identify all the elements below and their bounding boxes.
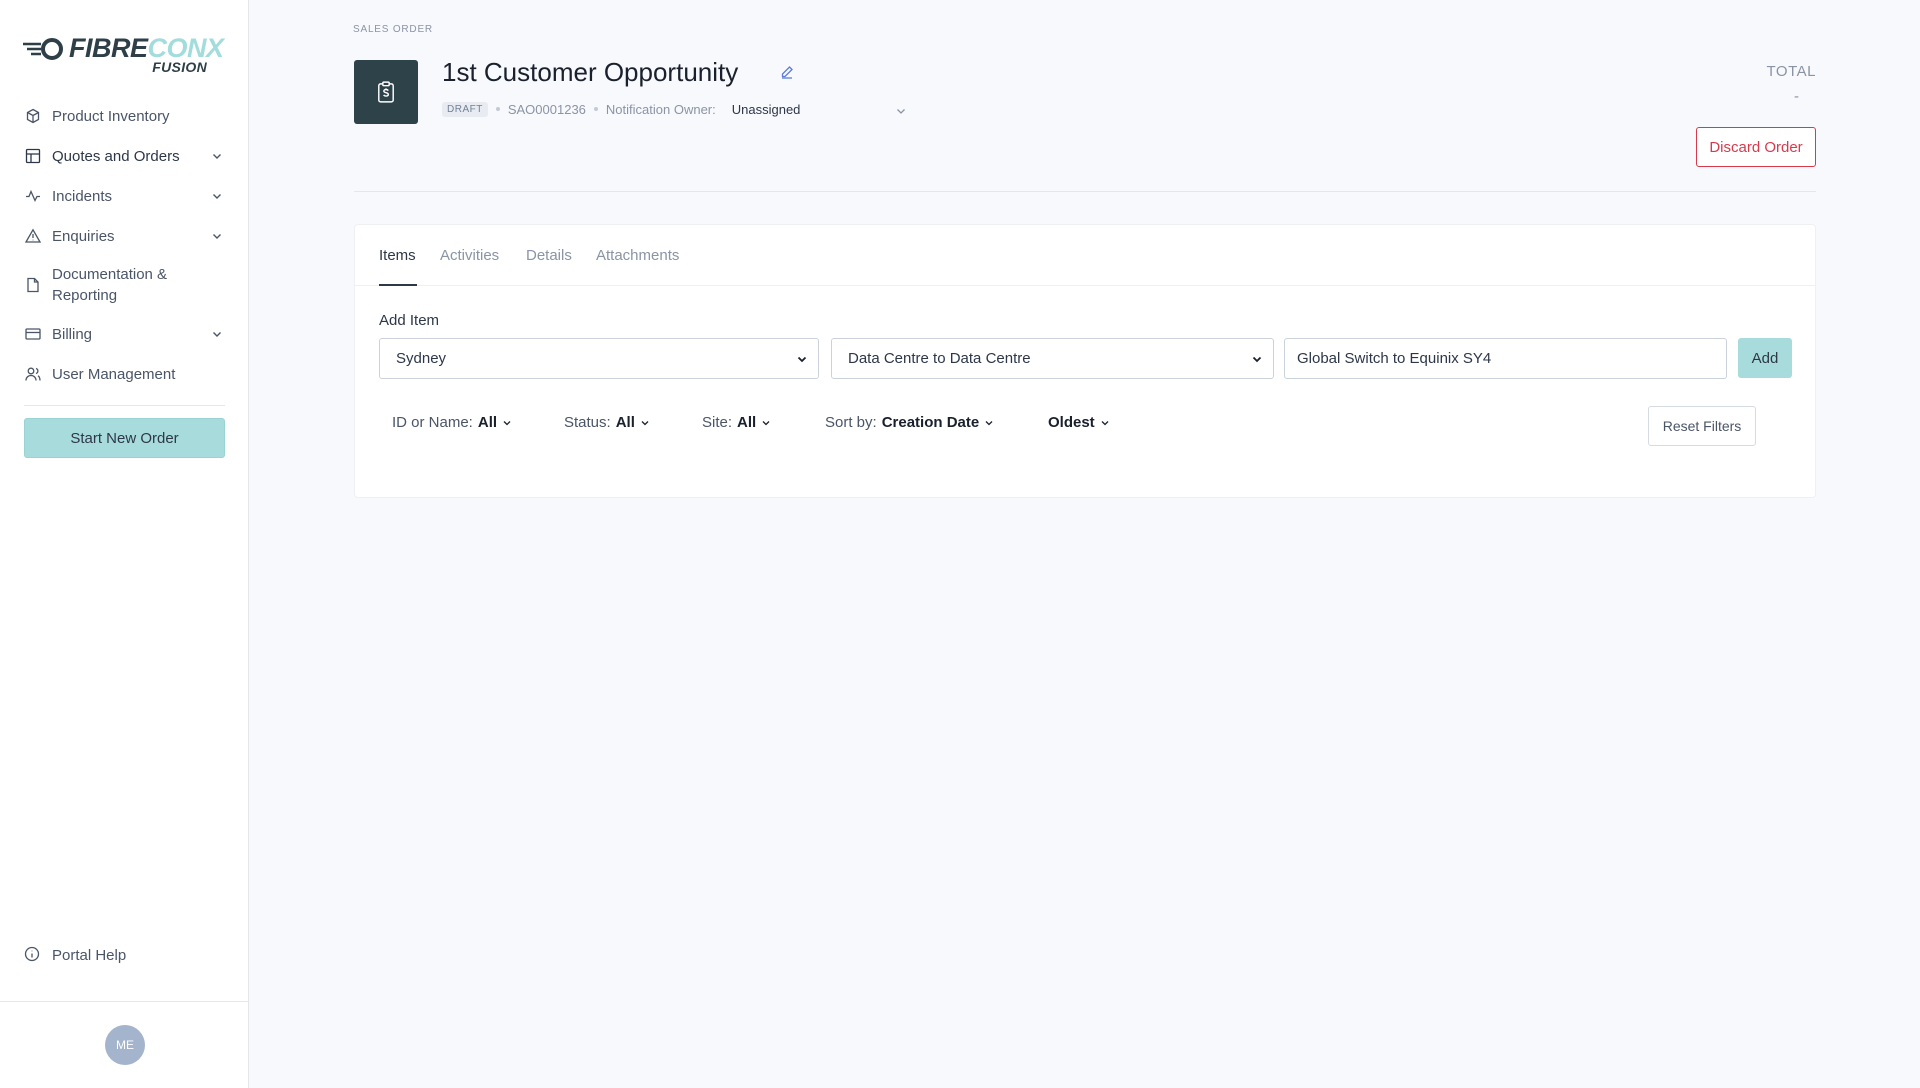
chevron-down-icon bbox=[1252, 356, 1262, 363]
route-input-value: Global Switch to Equinix SY4 bbox=[1297, 350, 1492, 367]
filter-status-label: Status: bbox=[564, 414, 611, 431]
add-item-button[interactable]: Add bbox=[1738, 338, 1792, 378]
sort-order-select[interactable]: Oldest bbox=[1048, 414, 1110, 431]
sidebar: FIBRECONX FUSION Product Inventory Quote… bbox=[0, 0, 249, 1088]
sidebar-item-label: Enquiries bbox=[52, 227, 115, 245]
sidebar-item-label: User Management bbox=[52, 365, 176, 383]
separator-dot bbox=[593, 107, 598, 111]
portal-help-link[interactable]: Portal Help bbox=[24, 946, 126, 964]
tab-items[interactable]: Items bbox=[379, 247, 416, 264]
discard-order-button[interactable]: Discard Order bbox=[1696, 127, 1816, 167]
page-eyebrow: SALES ORDER bbox=[353, 24, 433, 35]
service-type-select[interactable]: Data Centre to Data Centre bbox=[831, 338, 1274, 379]
filter-id-or-name[interactable]: ID or Name: All bbox=[392, 414, 512, 431]
page-title: 1st Customer Opportunity bbox=[442, 57, 739, 87]
sidebar-item-billing[interactable]: Billing bbox=[0, 314, 249, 354]
avatar[interactable]: ME bbox=[105, 1025, 145, 1065]
sidebar-item-label: Billing bbox=[52, 325, 93, 343]
notification-owner-select[interactable]: Unassigned bbox=[732, 102, 907, 117]
route-input[interactable]: Global Switch to Equinix SY4 bbox=[1284, 338, 1727, 379]
chevron-down-icon bbox=[641, 420, 649, 425]
sidebar-item-product-inventory[interactable]: Product Inventory bbox=[0, 96, 249, 136]
clipboard-dollar-icon bbox=[354, 60, 418, 124]
order-tabs: Items Activities Details Attachments bbox=[355, 225, 1815, 286]
tab-activities[interactable]: Activities bbox=[440, 247, 499, 264]
chevron-down-icon bbox=[896, 108, 905, 114]
separator-dot bbox=[495, 107, 500, 111]
sidebar-item-label: Quotes and Orders bbox=[52, 147, 180, 165]
sidebar-footer-divider bbox=[0, 1001, 249, 1002]
chevron-down-icon bbox=[797, 356, 807, 363]
filter-site-value: All bbox=[737, 414, 757, 431]
sort-by-select[interactable]: Sort by: Creation Date bbox=[825, 414, 994, 431]
sidebar-item-enquiries[interactable]: Enquiries bbox=[0, 216, 249, 256]
logo-subtitle: FUSION bbox=[152, 59, 207, 75]
cube-icon bbox=[24, 107, 42, 125]
active-tab-indicator bbox=[379, 284, 417, 286]
reset-filters-button[interactable]: Reset Filters bbox=[1648, 406, 1756, 446]
activity-icon bbox=[24, 187, 42, 205]
sidebar-nav: Product Inventory Quotes and Orders Inci… bbox=[0, 96, 249, 394]
filter-status[interactable]: Status: All bbox=[564, 414, 650, 431]
region-select-value: Sydney bbox=[396, 350, 447, 367]
alert-triangle-icon bbox=[24, 227, 42, 245]
sidebar-item-incidents[interactable]: Incidents bbox=[0, 176, 249, 216]
chevron-down-icon bbox=[213, 154, 221, 159]
sidebar-item-label: Documentation & Reporting bbox=[52, 266, 168, 304]
portal-help-label: Portal Help bbox=[52, 946, 127, 964]
notification-owner-value: Unassigned bbox=[731, 101, 801, 117]
filter-site[interactable]: Site: All bbox=[702, 414, 771, 431]
users-icon bbox=[24, 365, 42, 383]
sort-order-value: Oldest bbox=[1048, 414, 1095, 431]
sidebar-divider bbox=[24, 405, 225, 406]
fibreconx-logo[interactable]: FIBRECONX FUSION bbox=[23, 33, 233, 77]
layout-icon bbox=[24, 147, 42, 165]
filter-status-value: All bbox=[615, 414, 635, 431]
chevron-down-icon bbox=[213, 234, 221, 239]
filter-id-value: All bbox=[477, 414, 498, 431]
order-meta: DRAFT SAO0001236 Notification Owner: Una… bbox=[442, 100, 907, 118]
sidebar-item-quotes-and-orders[interactable]: Quotes and Orders bbox=[0, 136, 249, 176]
status-badge: DRAFT bbox=[442, 101, 488, 117]
tab-details[interactable]: Details bbox=[526, 247, 572, 264]
start-new-order-button[interactable]: Start New Order bbox=[24, 418, 225, 458]
sidebar-item-documentation-reporting[interactable]: Documentation & Reporting bbox=[0, 256, 249, 314]
notification-owner-label: Notification Owner: bbox=[605, 101, 716, 117]
order-id: SAO0001236 bbox=[507, 101, 586, 117]
chevron-down-icon bbox=[762, 420, 770, 425]
pencil-icon[interactable] bbox=[780, 65, 794, 79]
filter-id-label: ID or Name: bbox=[392, 414, 473, 431]
sidebar-item-label: Incidents bbox=[52, 187, 113, 205]
total-label: TOTAL bbox=[1766, 63, 1816, 80]
header-divider bbox=[354, 191, 1816, 192]
credit-card-icon bbox=[24, 325, 42, 343]
logo-mark-icon bbox=[23, 38, 63, 60]
chevron-down-icon bbox=[213, 194, 221, 199]
chevron-down-icon bbox=[213, 332, 221, 337]
chevron-down-icon bbox=[985, 420, 993, 425]
sidebar-item-user-management[interactable]: User Management bbox=[0, 354, 249, 394]
chevron-down-icon bbox=[503, 420, 511, 425]
chevron-down-icon bbox=[1101, 420, 1109, 425]
tab-attachments[interactable]: Attachments bbox=[596, 247, 679, 264]
service-type-select-value: Data Centre to Data Centre bbox=[848, 350, 1031, 367]
order-items-card: Items Activities Details Attachments Add… bbox=[354, 224, 1816, 498]
info-circle-icon bbox=[24, 946, 42, 964]
filter-site-label: Site: bbox=[702, 414, 733, 431]
document-icon bbox=[24, 276, 42, 294]
sort-by-value: Creation Date bbox=[881, 414, 980, 431]
region-select[interactable]: Sydney bbox=[379, 338, 819, 379]
sidebar-item-label: Product Inventory bbox=[52, 107, 170, 125]
add-item-label: Add Item bbox=[379, 312, 440, 329]
sort-by-label: Sort by: bbox=[825, 414, 877, 431]
logo-word-part1: FIBRE bbox=[69, 33, 148, 63]
total-value: - bbox=[1794, 88, 1799, 105]
